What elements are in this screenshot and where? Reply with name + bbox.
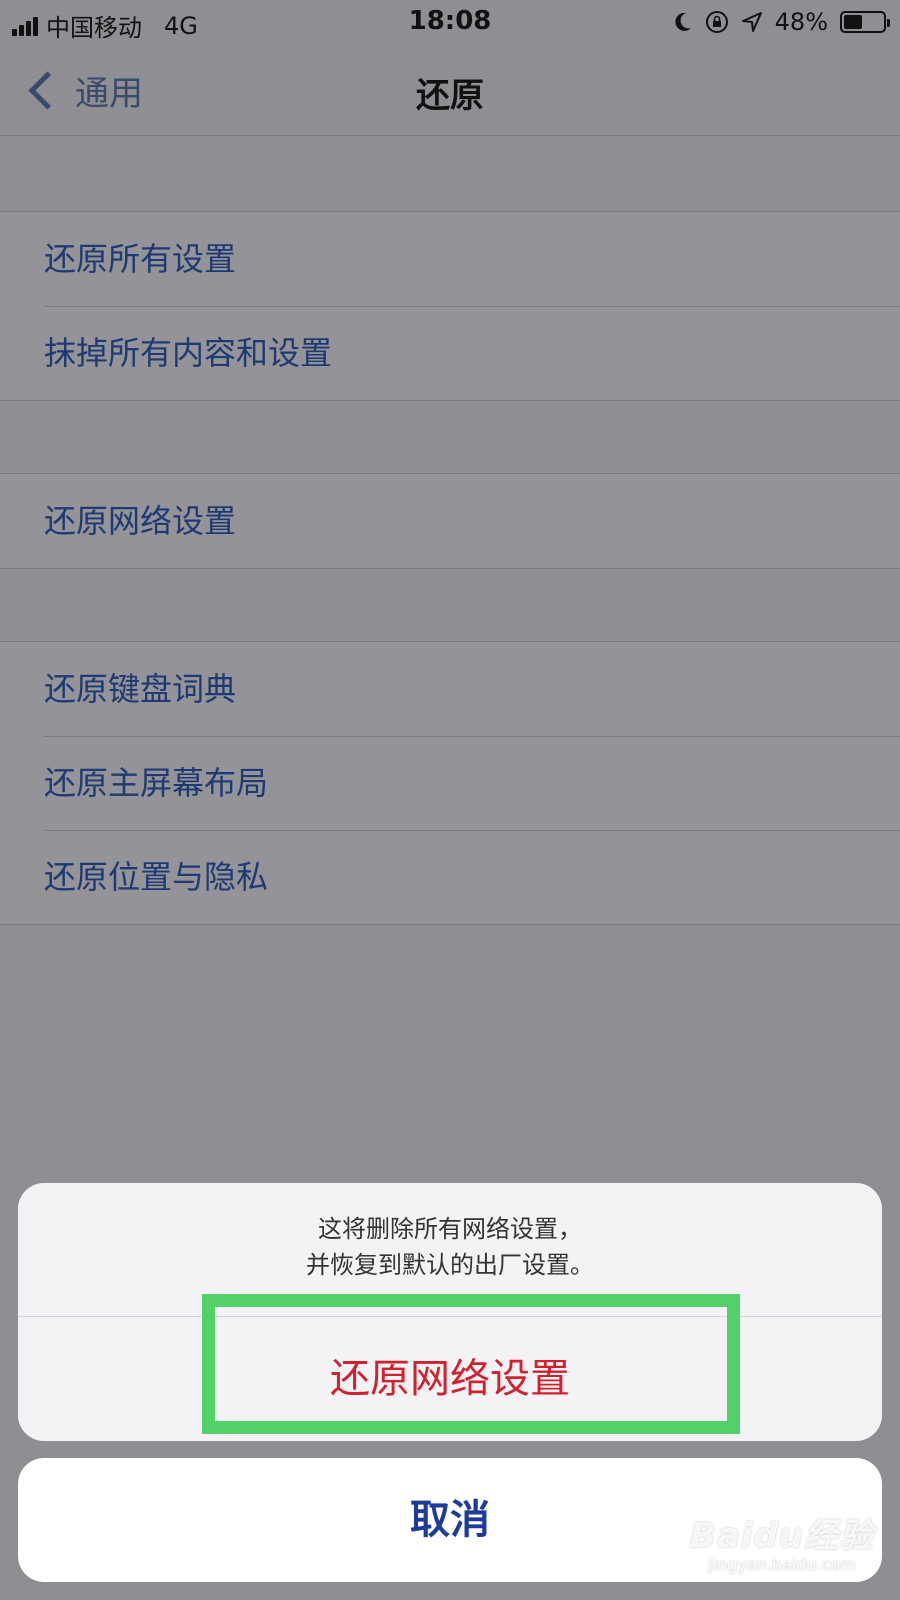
erase-all-content-cell[interactable]: 抹掉所有内容和设置 [0, 306, 900, 400]
page-title: 还原 [416, 76, 484, 116]
battery-percent: 48% [774, 8, 828, 36]
watermark-url: jingyan.baidu.com [708, 1555, 856, 1574]
moon-icon [675, 12, 691, 31]
rotation-lock-icon [705, 11, 728, 33]
battery-level [844, 15, 862, 29]
settings-group-2: 还原网络设置 [0, 473, 900, 569]
message-line-2: 并恢复到默认的出厂设置。 [306, 1251, 594, 1279]
action-sheet-message: 这将删除所有网络设置， 并恢复到默认的出厂设置。 [18, 1183, 882, 1317]
reset-network-confirm-button[interactable]: 还原网络设置 [18, 1317, 882, 1441]
battery-icon [840, 11, 890, 33]
reset-home-screen-layout-cell[interactable]: 还原主屏幕布局 [0, 736, 900, 830]
settings-group-3: 还原键盘词典 还原主屏幕布局 还原位置与隐私 [0, 641, 900, 925]
reset-all-settings-cell[interactable]: 还原所有设置 [0, 212, 900, 306]
action-sheet: 这将删除所有网络设置， 并恢复到默认的出厂设置。 还原网络设置 [18, 1183, 882, 1441]
status-right: 48% [673, 8, 890, 36]
status-bar: 中国移动 4G 18:08 48% [0, 0, 900, 44]
reset-location-privacy-cell[interactable]: 还原位置与隐私 [0, 830, 900, 924]
watermark-logo: Baidu经验 [689, 1516, 874, 1556]
location-arrow-icon [741, 12, 762, 32]
baidu-watermark: Baidu经验 jingyan.baidu.com [690, 1508, 874, 1574]
navigation-bar: 通用 还原 [0, 44, 900, 136]
settings-group-1: 还原所有设置 抹掉所有内容和设置 [0, 211, 900, 401]
reset-network-settings-cell[interactable]: 还原网络设置 [0, 474, 900, 568]
message-line-1: 这将删除所有网络设置， [318, 1215, 582, 1243]
reset-keyboard-dictionary-cell[interactable]: 还原键盘词典 [0, 642, 900, 736]
